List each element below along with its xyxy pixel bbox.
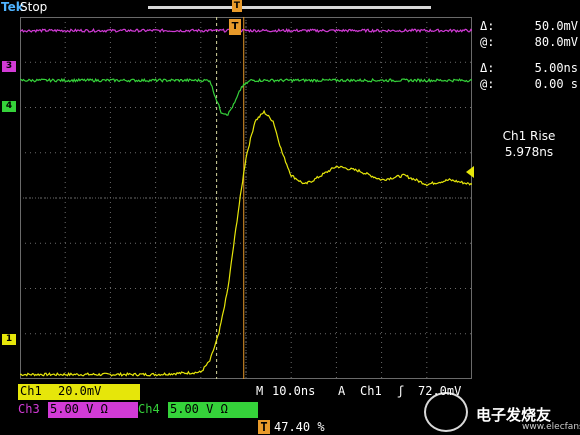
- t-pos-label: @:: [480, 77, 495, 91]
- ch3-settings[interactable]: Ch3 5.00 V Ω: [18, 402, 138, 418]
- waveform-plot: [20, 17, 472, 379]
- timebase-label: M: [256, 384, 264, 398]
- ch1-ground-marker[interactable]: 1: [2, 334, 16, 345]
- logo-icon: [424, 392, 468, 432]
- trigger-position[interactable]: T 47.40 %: [258, 420, 338, 435]
- ch3-ground-marker[interactable]: 3: [2, 61, 16, 72]
- ch4-scale: 5.00 V Ω: [168, 402, 258, 418]
- waveform-display[interactable]: [20, 17, 472, 379]
- watermark-logo: 电子发烧友 www.elecfans.com: [424, 392, 580, 432]
- watermark-sub: www.elecfans.com: [522, 422, 580, 432]
- ch3-label: Ch3: [18, 402, 40, 416]
- trigger-position-icon: T: [258, 420, 270, 434]
- trigger-level-arrow-icon[interactable]: [466, 166, 474, 178]
- ch4-ground-marker[interactable]: 4: [2, 101, 16, 112]
- ch1-label: Ch1: [20, 384, 42, 398]
- ch3-scale: 5.00 V Ω: [48, 402, 138, 418]
- trigger-edge-icon[interactable]: ʃ: [397, 384, 404, 398]
- trigger-position-value: 47.40 %: [274, 420, 325, 434]
- trigger-position-top-icon[interactable]: T: [232, 0, 242, 12]
- trigger-mode: A: [338, 384, 346, 398]
- ch1-scale: 20.0mV: [58, 384, 102, 398]
- status-bar: Tek Stop T: [0, 0, 580, 16]
- measurement-value: 5.978ns: [504, 145, 554, 159]
- t-pos-value: 0.00 s: [534, 77, 578, 91]
- v-delta-label: Δ:: [480, 19, 495, 33]
- measurement-name: Ch1 Rise: [502, 129, 556, 143]
- timebase-value[interactable]: 10.0ns: [272, 384, 315, 398]
- trigger-source[interactable]: Ch1: [360, 384, 382, 398]
- trigger-point-icon[interactable]: T: [229, 19, 241, 35]
- t-delta-value: 5.00ns: [534, 61, 578, 75]
- t-delta-label: Δ:: [480, 61, 495, 75]
- v-pos-label: @:: [480, 35, 495, 49]
- ch1-settings[interactable]: Ch1 20.0mV: [18, 384, 140, 400]
- ch4-label: Ch4: [138, 402, 160, 416]
- acquisition-state[interactable]: Stop: [20, 0, 47, 14]
- ch4-settings[interactable]: Ch4 5.00 V Ω: [138, 402, 258, 418]
- cursor-readout: Δ: 50.0mV @: 80.0mV Δ: 5.00ns @: 0.00 s: [480, 18, 578, 92]
- v-delta-value: 50.0mV: [534, 19, 578, 33]
- v-pos-value: 80.0mV: [534, 35, 578, 49]
- record-length-bar: [148, 6, 431, 9]
- measurement-readout: Ch1 Rise 5.978ns: [480, 128, 578, 160]
